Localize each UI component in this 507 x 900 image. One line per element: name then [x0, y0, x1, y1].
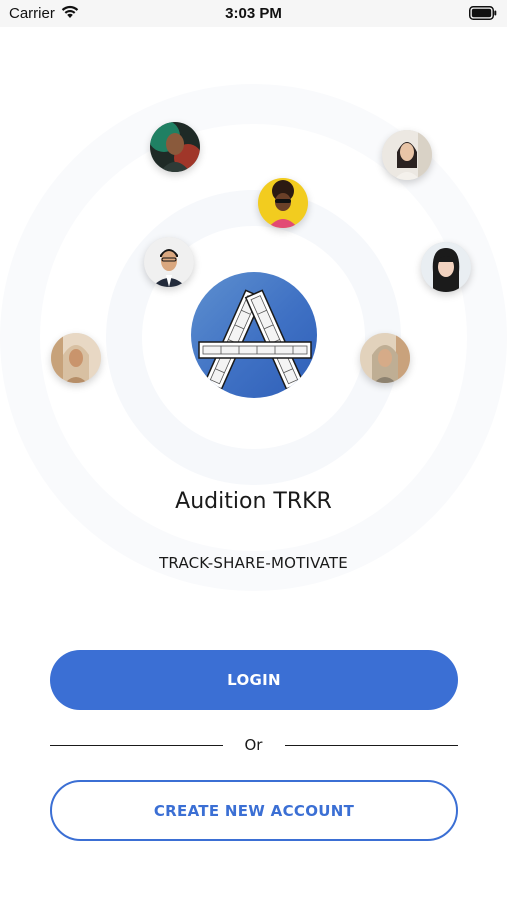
avatar — [144, 237, 194, 287]
app-title: Audition TRKR — [175, 489, 332, 514]
avatar — [150, 122, 200, 172]
clock-label: 3:03 PM — [225, 5, 282, 22]
app-logo-icon — [191, 272, 317, 398]
status-bar: Carrier 3:03 PM — [0, 0, 507, 27]
battery-icon — [469, 6, 497, 25]
avatar — [360, 333, 410, 383]
avatar — [258, 178, 308, 228]
app-tagline: TRACK-SHARE-MOTIVATE — [159, 554, 348, 572]
divider-line-right — [285, 745, 458, 746]
avatar — [421, 242, 471, 292]
onboarding-screen: Carrier 3:03 PM Audition TRKR TRACK-SHAR… — [0, 0, 507, 900]
avatar — [51, 333, 101, 383]
login-button-label: LOGIN — [227, 671, 281, 689]
login-button[interactable]: LOGIN — [50, 650, 458, 710]
create-account-button[interactable]: CREATE NEW ACCOUNT — [50, 780, 458, 841]
avatar — [382, 130, 432, 180]
create-account-button-label: CREATE NEW ACCOUNT — [153, 801, 355, 820]
